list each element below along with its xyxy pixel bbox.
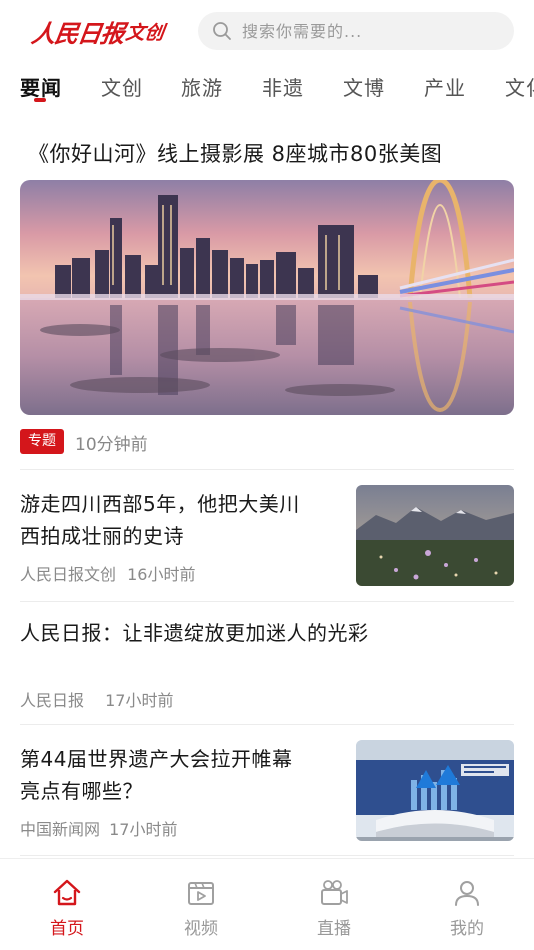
news-meta-3: 中国新闻网 17小时前 bbox=[20, 816, 177, 840]
news-source: 人民日报文创 bbox=[20, 565, 117, 584]
news-title-3-line2: 亮点有哪些？ bbox=[20, 779, 143, 803]
news-source: 中国新闻网 bbox=[20, 820, 101, 839]
nav-home[interactable]: 首页 bbox=[0, 859, 134, 950]
divider bbox=[20, 855, 514, 856]
news-title-3[interactable]: 第44届世界遗产大会拉开帷幕 亮点有哪些？ bbox=[20, 743, 340, 807]
news-title-1-line2: 西拍成壮丽的史诗 bbox=[20, 524, 184, 548]
nav-home-label: 首页 bbox=[50, 919, 84, 939]
active-tab-indicator bbox=[34, 98, 46, 102]
news-time: 16小时前 bbox=[127, 565, 196, 584]
profile-icon bbox=[451, 877, 483, 909]
bottom-nav: 首页 视频 直播 我的 bbox=[0, 858, 534, 950]
topic-tag: 专题 bbox=[20, 429, 64, 454]
nav-profile[interactable]: 我的 bbox=[400, 859, 534, 950]
nav-video[interactable]: 视频 bbox=[134, 859, 268, 950]
nav-live[interactable]: 直播 bbox=[267, 859, 401, 950]
category-tabs: 要闻 文创 旅游 非遗 文博 产业 文化 bbox=[0, 62, 534, 112]
news-meta-1: 人民日报文创 16小时前 bbox=[20, 561, 195, 585]
featured-image[interactable] bbox=[20, 180, 514, 415]
featured-time: 10分钟前 bbox=[75, 435, 148, 455]
news-title-1[interactable]: 游走四川西部5年，他把大美川 西拍成壮丽的史诗 bbox=[20, 488, 340, 552]
search-bar[interactable] bbox=[198, 12, 514, 50]
tab-heritage[interactable]: 非遗 bbox=[262, 72, 304, 101]
tab-industry[interactable]: 产业 bbox=[424, 72, 466, 101]
news-time: 17小时前 bbox=[105, 691, 174, 710]
tab-museum[interactable]: 文博 bbox=[343, 72, 385, 101]
news-title-3-line1: 第44届世界遗产大会拉开帷幕 bbox=[20, 747, 293, 771]
video-icon bbox=[185, 877, 217, 909]
divider bbox=[20, 469, 514, 470]
live-camera-icon bbox=[318, 877, 350, 909]
news-title-1-line1: 游走四川西部5年，他把大美川 bbox=[20, 492, 300, 516]
home-icon bbox=[51, 877, 83, 909]
news-thumbnail-3[interactable] bbox=[356, 740, 514, 841]
app-logo[interactable]: 人民日报 文创 bbox=[29, 14, 166, 48]
divider bbox=[20, 601, 514, 602]
featured-title[interactable]: 《你好山河》线上摄影展 8座城市80张美图 bbox=[28, 138, 442, 168]
tab-travel[interactable]: 旅游 bbox=[181, 72, 223, 101]
logo-main-text: 人民日报 bbox=[29, 18, 126, 48]
search-input[interactable] bbox=[242, 21, 482, 41]
news-source: 人民日报 bbox=[20, 691, 85, 710]
news-title-2[interactable]: 人民日报：让非遗绽放更加迷人的光彩 bbox=[20, 617, 514, 649]
tab-culture[interactable]: 文化 bbox=[505, 72, 534, 101]
news-meta-2: 人民日报 17小时前 bbox=[20, 687, 173, 711]
search-icon bbox=[212, 21, 232, 41]
tab-news[interactable]: 要闻 bbox=[20, 72, 62, 101]
divider bbox=[20, 724, 514, 725]
news-time: 17小时前 bbox=[109, 820, 178, 839]
news-thumbnail-1[interactable] bbox=[356, 485, 514, 586]
nav-live-label: 直播 bbox=[317, 919, 351, 939]
app-header: 人民日报 文创 bbox=[0, 0, 534, 62]
tab-creative[interactable]: 文创 bbox=[101, 72, 143, 101]
nav-video-label: 视频 bbox=[184, 919, 218, 939]
logo-sub-text: 文创 bbox=[124, 21, 166, 44]
nav-profile-label: 我的 bbox=[450, 919, 484, 939]
